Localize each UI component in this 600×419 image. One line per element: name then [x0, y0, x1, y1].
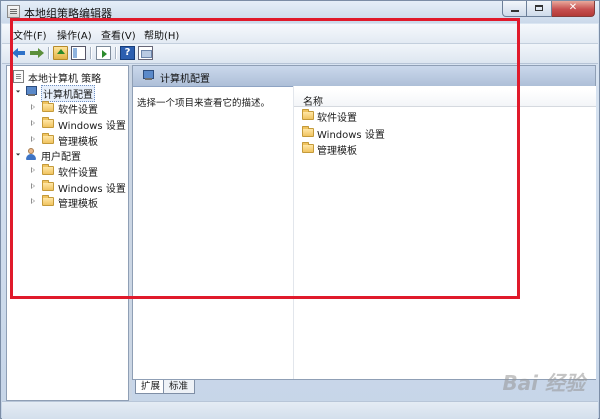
toolbar-separator: [115, 47, 117, 59]
menu-action[interactable]: 操作(A): [57, 27, 92, 42]
menu-view[interactable]: 查看(V): [101, 27, 136, 42]
tree-node-computer-config[interactable]: 计算机配置: [13, 84, 123, 102]
tab-standard[interactable]: 标准: [163, 380, 196, 394]
window-controls: [502, 1, 595, 19]
window-frame: 本地组策略编辑器 文件(F) 操作(A) 查看(V) 帮助(H) ? 本地计算机…: [0, 0, 600, 419]
tree-user-windows-settings[interactable]: Windows 设置: [29, 179, 129, 195]
tree-computer-software-settings[interactable]: 软件设置: [29, 100, 129, 116]
collapsed-chevron-icon[interactable]: [31, 183, 35, 189]
back-arrow-icon[interactable]: [12, 46, 27, 60]
folder-icon: [302, 126, 314, 137]
folder-icon: [42, 164, 54, 175]
folder-icon: [42, 101, 54, 112]
show-hide-tree-icon[interactable]: [71, 46, 86, 60]
maximize-button[interactable]: [527, 1, 552, 17]
expanded-chevron-icon[interactable]: [13, 149, 21, 156]
folder-icon: [42, 133, 54, 144]
help-icon[interactable]: ?: [120, 46, 135, 60]
tree-item-label: 管理模板: [58, 199, 98, 210]
column-header-label: 名称: [303, 97, 323, 108]
minimize-button[interactable]: [502, 1, 527, 17]
collapsed-chevron-icon[interactable]: [31, 136, 35, 142]
list-item-label: Windows 设置: [317, 130, 385, 141]
computer-icon: [142, 70, 155, 81]
list-item-label: 软件设置: [317, 113, 357, 124]
collapsed-chevron-icon[interactable]: [31, 104, 35, 110]
watermark-logo: Bai 经验: [502, 371, 585, 395]
list-item-admin-templates[interactable]: 管理模板: [302, 141, 422, 157]
tree-node-user-config[interactable]: 用户配置: [13, 147, 123, 163]
tree-item-label: 管理模板: [58, 137, 98, 148]
tree-computer-admin-templates[interactable]: 管理模板: [29, 132, 129, 148]
folder-icon: [42, 195, 54, 206]
item-list: 名称 软件设置 Windows 设置 管理模板: [293, 86, 596, 379]
tree-root[interactable]: 本地计算机 策略: [13, 69, 123, 85]
menu-help[interactable]: 帮助(H): [144, 27, 179, 42]
export-list-icon[interactable]: [96, 46, 111, 60]
toolbar-separator: [48, 47, 50, 59]
policy-document-icon: [13, 70, 24, 83]
folder-icon: [42, 180, 54, 191]
folder-icon: [302, 142, 314, 153]
expanded-chevron-icon[interactable]: [13, 86, 21, 93]
list-item-label: 管理模板: [317, 146, 357, 157]
collapsed-chevron-icon[interactable]: [31, 167, 35, 173]
collapsed-chevron-icon[interactable]: [31, 198, 35, 204]
title-bar[interactable]: 本地组策略编辑器: [1, 1, 599, 23]
details-header: 计算机配置: [133, 66, 595, 87]
menu-bar: 文件(F) 操作(A) 查看(V) 帮助(H): [2, 24, 598, 44]
description-text: 选择一个项目来查看它的描述。: [137, 98, 271, 109]
tree-root-label: 本地计算机 策略: [28, 74, 102, 85]
tree-item-label: Windows 设置: [58, 184, 126, 195]
column-header-name[interactable]: 名称: [294, 90, 596, 108]
computer-icon: [25, 86, 38, 97]
menu-file[interactable]: 文件(F): [13, 27, 47, 42]
console-tree: 本地计算机 策略 计算机配置 软件设置 Windows 设置 管理模板 用户配置: [6, 65, 129, 401]
folder-icon: [42, 117, 54, 128]
toolbar: ?: [2, 44, 598, 64]
forward-arrow-icon[interactable]: [29, 46, 44, 60]
details-pane: 计算机配置 选择一个项目来查看它的描述。 名称 软件设置 Windows 设置 …: [132, 65, 596, 380]
status-bar: [2, 401, 598, 419]
tree-user-config-label: 用户配置: [41, 152, 81, 163]
tree-user-software-settings[interactable]: 软件设置: [29, 163, 129, 179]
tree-user-admin-templates[interactable]: 管理模板: [29, 194, 129, 210]
policy-editor-icon: [7, 5, 20, 18]
toolbar-separator: [90, 47, 92, 59]
up-folder-icon[interactable]: [53, 46, 68, 60]
tree-item-label: 软件设置: [58, 168, 98, 179]
list-item-software-settings[interactable]: 软件设置: [302, 108, 422, 124]
user-icon: [25, 148, 37, 160]
tree-item-label: Windows 设置: [58, 121, 126, 132]
collapsed-chevron-icon[interactable]: [31, 120, 35, 126]
details-header-title: 计算机配置: [160, 74, 210, 85]
tree-item-label: 软件设置: [58, 105, 98, 116]
window-title: 本地组策略编辑器: [24, 7, 112, 20]
properties-icon[interactable]: [138, 46, 153, 60]
tree-computer-windows-settings[interactable]: Windows 设置: [29, 116, 129, 132]
folder-icon: [302, 109, 314, 120]
close-button[interactable]: [552, 1, 595, 17]
list-item-windows-settings[interactable]: Windows 设置: [302, 125, 422, 141]
